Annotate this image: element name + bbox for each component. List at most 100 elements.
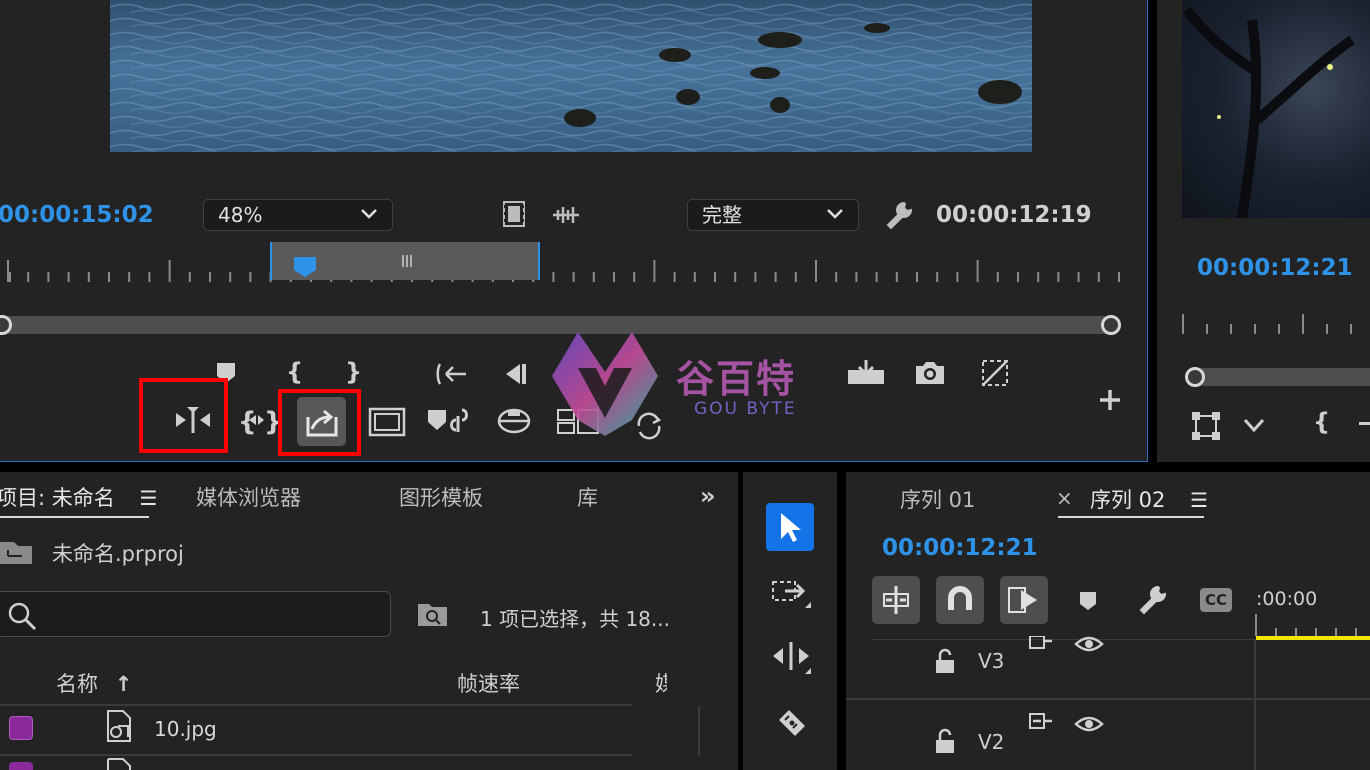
source-video-frame[interactable] <box>110 0 1032 152</box>
column-header-cutoff[interactable]: 媒 <box>655 668 667 694</box>
camera-export-frame-icon[interactable] <box>914 360 946 386</box>
timeline-panel: 序列 01 × 序列 02 ☰ 00:00:12:21 CC :00:00 V3… <box>846 472 1370 770</box>
project-search-field[interactable] <box>0 591 391 637</box>
program-timecode[interactable]: 00:00:12:21 <box>1197 255 1353 281</box>
track-row-divider <box>846 698 1370 700</box>
playhead-marker[interactable] <box>293 256 317 278</box>
zoom-level-dropdown[interactable]: 48% <box>203 199 393 231</box>
tab-active-underline <box>1058 516 1204 518</box>
selection-status: 1 项已选择，共 18... <box>480 607 670 631</box>
program-time-ruler[interactable] <box>1177 310 1370 340</box>
razor-tool-icon[interactable] <box>773 704 809 740</box>
add-marker-icon[interactable] <box>1078 590 1098 612</box>
insert-clip-icon[interactable] <box>174 405 212 435</box>
tab-media-browser[interactable]: 媒体浏览器 <box>196 482 301 512</box>
overwrite-clip-icon[interactable]: {} <box>238 404 278 436</box>
file-name: 10.jpg <box>154 717 217 741</box>
export-frame-overwrite-icon[interactable] <box>846 358 886 386</box>
timeline-timecode[interactable]: 00:00:12:21 <box>882 535 1038 561</box>
toggle-track-output-eye-icon[interactable] <box>1074 714 1104 734</box>
export-frame-button[interactable] <box>297 397 346 446</box>
selection-tool-button[interactable] <box>766 503 814 551</box>
night-tree-image <box>1183 6 1355 218</box>
watermark-en-text: GOU BYTE <box>694 399 797 419</box>
image-file-icon <box>107 710 131 742</box>
tab-graphics-templates[interactable]: 图形模板 <box>399 482 483 512</box>
linked-selection-button[interactable] <box>1000 576 1048 624</box>
panel-menu-icon[interactable]: ☰ <box>1190 488 1208 512</box>
column-header-name[interactable]: 名称 ↑ <box>56 668 132 698</box>
column-name-label: 名称 <box>56 672 98 696</box>
image-file-icon <box>107 758 131 770</box>
close-tab-icon[interactable]: × <box>1056 486 1073 510</box>
program-mark-in-icon[interactable]: { <box>1313 408 1330 436</box>
table-row[interactable]: 10.jpg <box>0 706 700 756</box>
ripple-edit-tool-icon[interactable] <box>771 640 813 676</box>
program-scrollbar-handle[interactable] <box>1185 367 1205 387</box>
sync-lock-icon[interactable] <box>1028 712 1054 732</box>
playback-resolution-dropdown[interactable]: 完整 <box>687 199 859 231</box>
track-lock-icon[interactable] <box>934 728 956 754</box>
chevron-down-icon <box>827 209 843 219</box>
snap-button[interactable] <box>936 576 984 624</box>
range-grip-icon <box>402 255 412 267</box>
time-ruler-start-label: :00:00 <box>1256 588 1318 610</box>
program-scrollbar[interactable] <box>1195 368 1370 386</box>
tab-libraries[interactable]: 库 <box>577 482 598 512</box>
source-current-timecode[interactable]: 00:00:15:02 <box>0 202 154 228</box>
mark-out-icon[interactable]: } <box>345 358 362 386</box>
linked-selection-icon <box>1008 587 1037 613</box>
vr-video-icon[interactable] <box>496 404 532 438</box>
track-select-tool-icon[interactable] <box>771 578 813 612</box>
pond-ducks-image <box>110 0 1032 152</box>
source-time-ruler[interactable] <box>0 240 1130 285</box>
track-header-divider <box>872 639 1256 640</box>
program-more-icon[interactable] <box>1359 422 1370 425</box>
step-back-icon[interactable] <box>502 362 528 386</box>
captions-button[interactable]: CC <box>1200 588 1232 612</box>
panel-menu-icon[interactable]: ☰ <box>139 486 157 510</box>
export-arrow-icon <box>306 409 338 437</box>
drag-video-only-icon[interactable] <box>502 200 526 228</box>
find-in-bin-icon[interactable] <box>417 600 449 628</box>
tab-sequence-02[interactable]: 序列 02 ☰ <box>1090 484 1208 514</box>
tab-project[interactable]: 项目: 未命名 ☰ <box>0 482 157 518</box>
nest-sequence-button[interactable] <box>872 576 920 624</box>
watermark-logo-icon <box>552 332 658 436</box>
transform-icon[interactable] <box>1190 410 1222 442</box>
tab-project-label: 项目: 未命名 <box>0 486 115 510</box>
sync-lock-icon[interactable] <box>1028 636 1054 652</box>
chevron-down-icon[interactable] <box>1243 418 1265 434</box>
button-editor-plus-icon[interactable] <box>1098 388 1122 412</box>
playback-resolution-value: 完整 <box>702 203 742 227</box>
program-monitor-panel: 00:00:12:21 { <box>1157 0 1370 462</box>
svg-text:}: } <box>264 407 278 436</box>
drag-audio-only-icon[interactable] <box>551 204 581 226</box>
compare-view-icon[interactable] <box>980 358 1010 388</box>
chevron-down-icon <box>361 209 377 219</box>
label-color-swatch[interactable] <box>9 716 33 740</box>
column-header-frame-rate[interactable]: 帧速率 <box>457 668 520 698</box>
tab-active-underline <box>0 516 149 518</box>
go-to-in-icon[interactable] <box>436 362 468 386</box>
track-label-v3[interactable]: V3 <box>978 649 1004 673</box>
mark-in-icon[interactable]: { <box>286 358 303 386</box>
track-label-v2[interactable]: V2 <box>978 730 1004 754</box>
search-icon <box>8 602 37 631</box>
search-input[interactable] <box>41 598 381 630</box>
safe-margins-icon[interactable] <box>368 405 406 437</box>
label-color-swatch[interactable] <box>9 762 33 770</box>
program-video-frame[interactable] <box>1182 0 1370 218</box>
tab-overflow-icon[interactable]: » <box>700 482 716 510</box>
toggle-track-output-eye-icon[interactable] <box>1074 636 1104 654</box>
work-area-bar[interactable] <box>1256 636 1370 640</box>
project-filename: 未命名.prproj <box>52 542 184 566</box>
tab-sequence-01[interactable]: 序列 01 <box>900 484 975 514</box>
scrollbar-handle-right[interactable] <box>1101 315 1121 335</box>
track-lock-icon[interactable] <box>934 648 956 674</box>
marker-link-icon[interactable] <box>426 404 474 438</box>
wrench-settings-icon[interactable] <box>884 200 914 230</box>
selection-arrow-icon <box>781 513 801 542</box>
wrench-settings-icon[interactable] <box>1136 584 1168 616</box>
sort-ascending-icon: ↑ <box>114 672 133 696</box>
